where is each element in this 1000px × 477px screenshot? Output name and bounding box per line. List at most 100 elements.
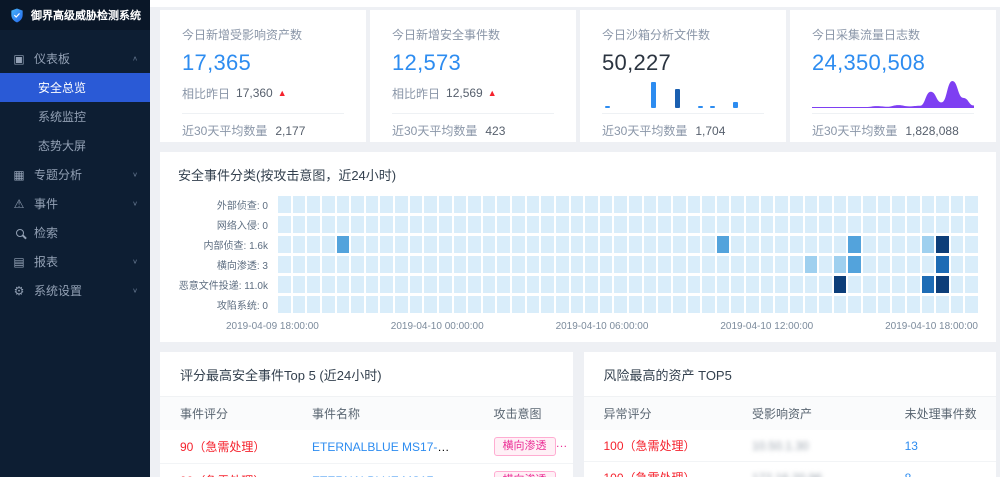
sidebar-item-situation-screen[interactable]: 态势大屏 (0, 131, 150, 160)
sparkline-bar (651, 82, 656, 108)
heatmap-grid: 外部侦查: 0网络入侵: 0内部侦查: 1.6k横向渗透: 3恶意文件投递: 1… (178, 196, 978, 313)
heatmap-cell (907, 196, 920, 213)
compare-label: 相比昨日 (182, 85, 230, 102)
sidebar-item-label: 系统设置 (34, 282, 82, 299)
heatmap-cell (293, 216, 306, 233)
heatmap-cell (965, 216, 978, 233)
heatmap-cell (731, 256, 744, 273)
heatmap-cell (629, 276, 642, 293)
heatmap-row-label: 内部侦查: 1.6k (178, 237, 278, 252)
heatmap-cell (351, 296, 364, 313)
heatmap-cell (965, 196, 978, 213)
heatmap-cell (922, 276, 935, 293)
heatmap-cell (600, 196, 613, 213)
heatmap-cell (483, 296, 496, 313)
heatmap-cell (878, 296, 891, 313)
heatmap-cell (907, 296, 920, 313)
heatmap-cell (337, 216, 350, 233)
heatmap-cell (410, 256, 423, 273)
heatmap-cell (644, 276, 657, 293)
shield-logo-icon (9, 7, 25, 24)
heatmap-cell (702, 276, 715, 293)
heatmap-cell (805, 256, 818, 273)
heatmap-cell (805, 276, 818, 293)
heatmap-cell (585, 196, 598, 213)
heatmap-cell (571, 276, 584, 293)
heatmap-cell (497, 276, 510, 293)
sparkline-bar-slot (686, 78, 692, 108)
heatmap-cell (571, 256, 584, 273)
sidebar-item-system-monitor[interactable]: 系统监控 (0, 102, 150, 131)
heatmap-cell (658, 196, 671, 213)
heatmap-cell (951, 296, 964, 313)
heatmap-cell (936, 196, 949, 213)
heatmap-cell (922, 256, 935, 273)
heatmap-cell (863, 276, 876, 293)
heatmap-cell (922, 236, 935, 253)
heatmap-row-cells (278, 296, 978, 313)
stat-value: 24,350,508 (812, 50, 974, 76)
event-name-link[interactable]: ETERNALBLUE MS17-010漏洞利... (312, 440, 474, 454)
heatmap-cell (395, 276, 408, 293)
heatmap-cell (702, 236, 715, 253)
asset-score: 100（急需处理） (604, 471, 696, 477)
heatmap-cell (322, 236, 335, 253)
average-label: 近30天平均数量 (182, 124, 267, 138)
heatmap-cell (512, 276, 525, 293)
heatmap-x-tick: 2019-04-10 06:00:00 (556, 321, 649, 332)
sidebar-item-settings[interactable]: ⚙系统设置∨ (0, 276, 150, 305)
heatmap-cell (556, 256, 569, 273)
heatmap-cell (439, 296, 452, 313)
sidebar-item-reports[interactable]: ▤报表∨ (0, 247, 150, 276)
heatmap-cell (951, 236, 964, 253)
heatmap-cell (351, 276, 364, 293)
sidebar-item-dashboard[interactable]: ▣仪表板∧ (0, 44, 150, 73)
stat-title: 今日新增受影响资产数 (182, 26, 344, 43)
unhandled-count-link[interactable]: 13 (905, 439, 918, 453)
heatmap-cell (527, 236, 540, 253)
heatmap-cell (380, 236, 393, 253)
sidebar-item-security-overview[interactable]: 安全总览 (0, 73, 150, 102)
heatmap-cell (541, 216, 554, 233)
heatmap-cell (819, 196, 832, 213)
average-value: 2,177 (275, 124, 305, 138)
stat-value: 17,365 (182, 50, 344, 76)
heatmap-cell (293, 236, 306, 253)
sidebar-item-search[interactable]: 检索 (0, 218, 150, 247)
heatmap-cell (541, 276, 554, 293)
heatmap-cell (424, 276, 437, 293)
heatmap-cell (424, 296, 437, 313)
heatmap-cell (892, 236, 905, 253)
unhandled-count-link[interactable]: 8 (905, 471, 912, 477)
heatmap-cell (614, 256, 627, 273)
heatmap-cell (717, 216, 730, 233)
heatmap-cell (483, 276, 496, 293)
sidebar-item-events[interactable]: ⚠事件∨ (0, 189, 150, 218)
stat-sub-slot: 相比昨日17,360▲ (182, 78, 344, 108)
heatmap-x-tick: 2019-04-09 18:00:00 (226, 321, 319, 332)
heatmap-cell (863, 236, 876, 253)
heatmap-cell (541, 256, 554, 273)
heatmap-cell (702, 216, 715, 233)
attack-intent-cell: 横向渗透 (474, 464, 573, 477)
heatmap-cell (380, 296, 393, 313)
heatmap-cell (775, 296, 788, 313)
heatmap-cell (731, 276, 744, 293)
heatmap-cell (512, 196, 525, 213)
sparkline-bar-slot (616, 78, 622, 108)
heatmap-cell (307, 256, 320, 273)
sidebar-item-topic-analysis[interactable]: ▦专题分析∨ (0, 160, 150, 189)
heatmap-cell (497, 236, 510, 253)
heatmap-cell (658, 216, 671, 233)
heatmap-cell (644, 196, 657, 213)
heatmap-x-tick: 2019-04-10 12:00:00 (720, 321, 813, 332)
heatmap-cell (483, 256, 496, 273)
search-icon (12, 226, 26, 240)
heatmap-cell (454, 196, 467, 213)
heatmap-cell (819, 236, 832, 253)
stat-sub-slot (602, 78, 764, 108)
heatmap-cell (702, 196, 715, 213)
asset-score-cell: 100（急需处理） (584, 462, 733, 477)
heatmap-cell (688, 276, 701, 293)
sparkline-bar (710, 106, 715, 108)
